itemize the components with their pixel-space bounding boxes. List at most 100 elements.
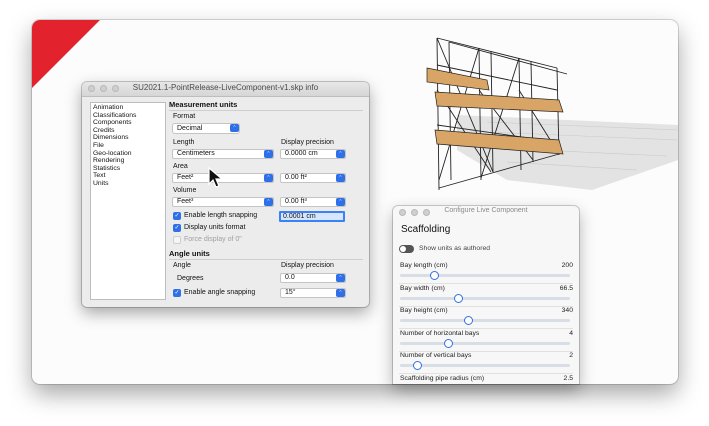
parameter-row: Bay length (cm) 200 — [393, 262, 579, 284]
force-display-label: Force display of 0" — [184, 236, 242, 243]
format-value: Decimal — [177, 125, 203, 132]
sidebar-item-animation[interactable]: Animation — [91, 104, 165, 112]
parameter-row: Bay width (cm) 66.5 — [393, 285, 579, 307]
length-precision-select[interactable]: 0.0000 cm ⌃ — [280, 149, 346, 159]
pointer-cursor-icon — [208, 167, 224, 188]
angle-label: Angle — [173, 262, 191, 269]
display-precision-label: Display precision — [281, 139, 334, 146]
angle-precision-select[interactable]: 0.0 ⌃ — [280, 273, 346, 283]
parameter-label: Scaffolding pipe radius (cm) — [400, 374, 485, 382]
volume-precision-select[interactable]: 0.00 ft³ ⌃ — [280, 197, 346, 207]
units-toggle-label: Show units as authored — [419, 245, 491, 252]
chevron-down-icon: ⌃ — [336, 289, 345, 297]
parameter-label: Bay height (cm) — [400, 307, 448, 314]
volume-precision-value: 0.00 ft³ — [285, 198, 307, 205]
window-title: SU2021.1-PointRelease-LiveComponent-v1.s… — [132, 83, 319, 92]
parameter-label: Number of vertical bays — [400, 352, 472, 359]
length-snapping-checkbox[interactable]: ✓ — [173, 212, 181, 220]
area-unit-value: Feet² — [177, 174, 194, 181]
area-label: Area — [173, 163, 188, 170]
parameter-value[interactable]: 66.5 — [560, 285, 573, 292]
volume-unit-select[interactable]: Feet³ ⌃ — [172, 197, 274, 207]
angle-unit-value: Degrees — [177, 275, 204, 282]
sidebar-item-text[interactable]: Text — [91, 172, 165, 180]
slider-knob[interactable] — [453, 293, 463, 303]
chevron-down-icon: ⌃ — [336, 274, 345, 282]
chevron-down-icon: ⌃ — [264, 150, 273, 158]
info-categories: Animation Classifications Components Cre… — [90, 102, 166, 300]
slider-knob[interactable] — [430, 271, 439, 280]
volume-unit-value: Feet³ — [177, 198, 194, 205]
area-precision-select[interactable]: 0.00 ft² ⌃ — [280, 173, 346, 183]
parameter-value[interactable]: 2 — [569, 352, 573, 359]
chevron-down-icon: ⌃ — [336, 198, 345, 206]
parameter-label: Bay width (cm) — [400, 284, 445, 292]
parameter-label: Number of horizontal bays — [400, 329, 480, 337]
area-precision-value: 0.00 ft² — [285, 174, 307, 181]
sidebar-item-dimensions[interactable]: Dimensions — [91, 134, 165, 142]
chevron-down-icon: ⌃ — [264, 198, 273, 206]
angle-snapping-select[interactable]: 15° ⌃ — [280, 288, 346, 298]
format-select[interactable]: Decimal ⌃ — [172, 123, 240, 134]
chevron-down-icon: ⌃ — [336, 174, 345, 182]
length-snapping-label: Enable length snapping — [184, 212, 258, 219]
angle-snapping-label: Enable angle snapping — [184, 289, 256, 296]
title-bar: SU2021.1-PointRelease-LiveComponent-v1.s… — [82, 82, 369, 97]
live-component-window: Configure Live Component Scaffolding Sho… — [393, 206, 579, 384]
sidebar-item-units[interactable]: Units — [91, 180, 165, 188]
live-window-title: Configure Live Component — [444, 207, 528, 214]
length-unit-select[interactable]: Centimeters ⌃ — [172, 149, 274, 159]
units-panel: Measurement units Format Decimal ⌃ Lengt… — [169, 100, 363, 305]
sidebar-item-credits[interactable]: Credits — [91, 127, 165, 135]
length-label: Length — [173, 139, 195, 146]
length-unit-value: Centimeters — [177, 150, 215, 157]
model-info-window: SU2021.1-PointRelease-LiveComponent-v1.s… — [82, 82, 369, 307]
angle-precision-label: Display precision — [281, 262, 334, 269]
divider — [169, 259, 363, 260]
parameter-slider-track[interactable] — [400, 361, 570, 370]
scaffolding-model[interactable] — [387, 30, 678, 220]
sidebar-item-file[interactable]: File — [91, 142, 165, 150]
parameter-slider-track[interactable] — [400, 316, 570, 325]
display-units-checkbox[interactable]: ✓ — [173, 224, 181, 232]
sidebar-item-components[interactable]: Components — [91, 119, 165, 127]
sidebar-item-classifications[interactable]: Classifications — [91, 112, 165, 120]
divider — [169, 110, 363, 111]
parameter-value[interactable]: 340 — [562, 307, 573, 314]
sidebar-item-rendering[interactable]: Rendering — [91, 157, 165, 165]
slider-knob[interactable] — [464, 316, 473, 325]
angle-precision-value: 0.0 — [285, 274, 295, 281]
slider-knob[interactable] — [413, 361, 422, 370]
angle-snapping-value: 15° — [285, 289, 296, 296]
parameter-row: Number of vertical bays 2 — [393, 352, 579, 374]
parameter-row: Bay height (cm) 340 — [393, 307, 579, 329]
chevron-down-icon: ⌃ — [336, 150, 345, 158]
parameter-slider-track[interactable] — [400, 338, 570, 348]
brand-corner — [32, 20, 100, 88]
parameter-row: Number of horizontal bays 4 — [393, 330, 579, 352]
length-snapping-field[interactable]: 0.0001 cm — [279, 211, 345, 222]
display-units-label: Display units format — [184, 224, 246, 231]
sidebar-item-geo-location[interactable]: Geo-location — [91, 150, 165, 158]
parameter-slider-track[interactable] — [400, 271, 570, 280]
slider-knob[interactable] — [481, 383, 490, 384]
parameter-value[interactable]: 200 — [562, 262, 573, 269]
parameter-value[interactable]: 4 — [569, 330, 573, 337]
sidebar-item-statistics[interactable]: Statistics — [91, 165, 165, 173]
parameter-label: Bay length (cm) — [400, 262, 448, 269]
format-label: Format — [173, 113, 196, 120]
parameter-slider-track[interactable] — [400, 293, 570, 303]
angle-units-heading: Angle units — [169, 249, 210, 258]
chevron-down-icon: ⌃ — [230, 124, 239, 132]
units-toggle[interactable] — [399, 245, 414, 253]
component-heading: Scaffolding — [401, 224, 451, 235]
measurement-units-heading: Measurement units — [169, 100, 238, 109]
angle-snapping-checkbox[interactable]: ✓ — [173, 289, 181, 297]
parameter-value[interactable]: 2.5 — [564, 375, 573, 382]
chevron-down-icon: ⌃ — [264, 174, 273, 182]
slider-knob[interactable] — [443, 338, 453, 348]
parameter-row: Scaffolding pipe radius (cm) 2.5 — [393, 374, 579, 384]
volume-label: Volume — [173, 187, 197, 194]
length-precision-value: 0.0000 cm — [285, 150, 318, 157]
force-display-checkbox[interactable] — [173, 236, 181, 244]
